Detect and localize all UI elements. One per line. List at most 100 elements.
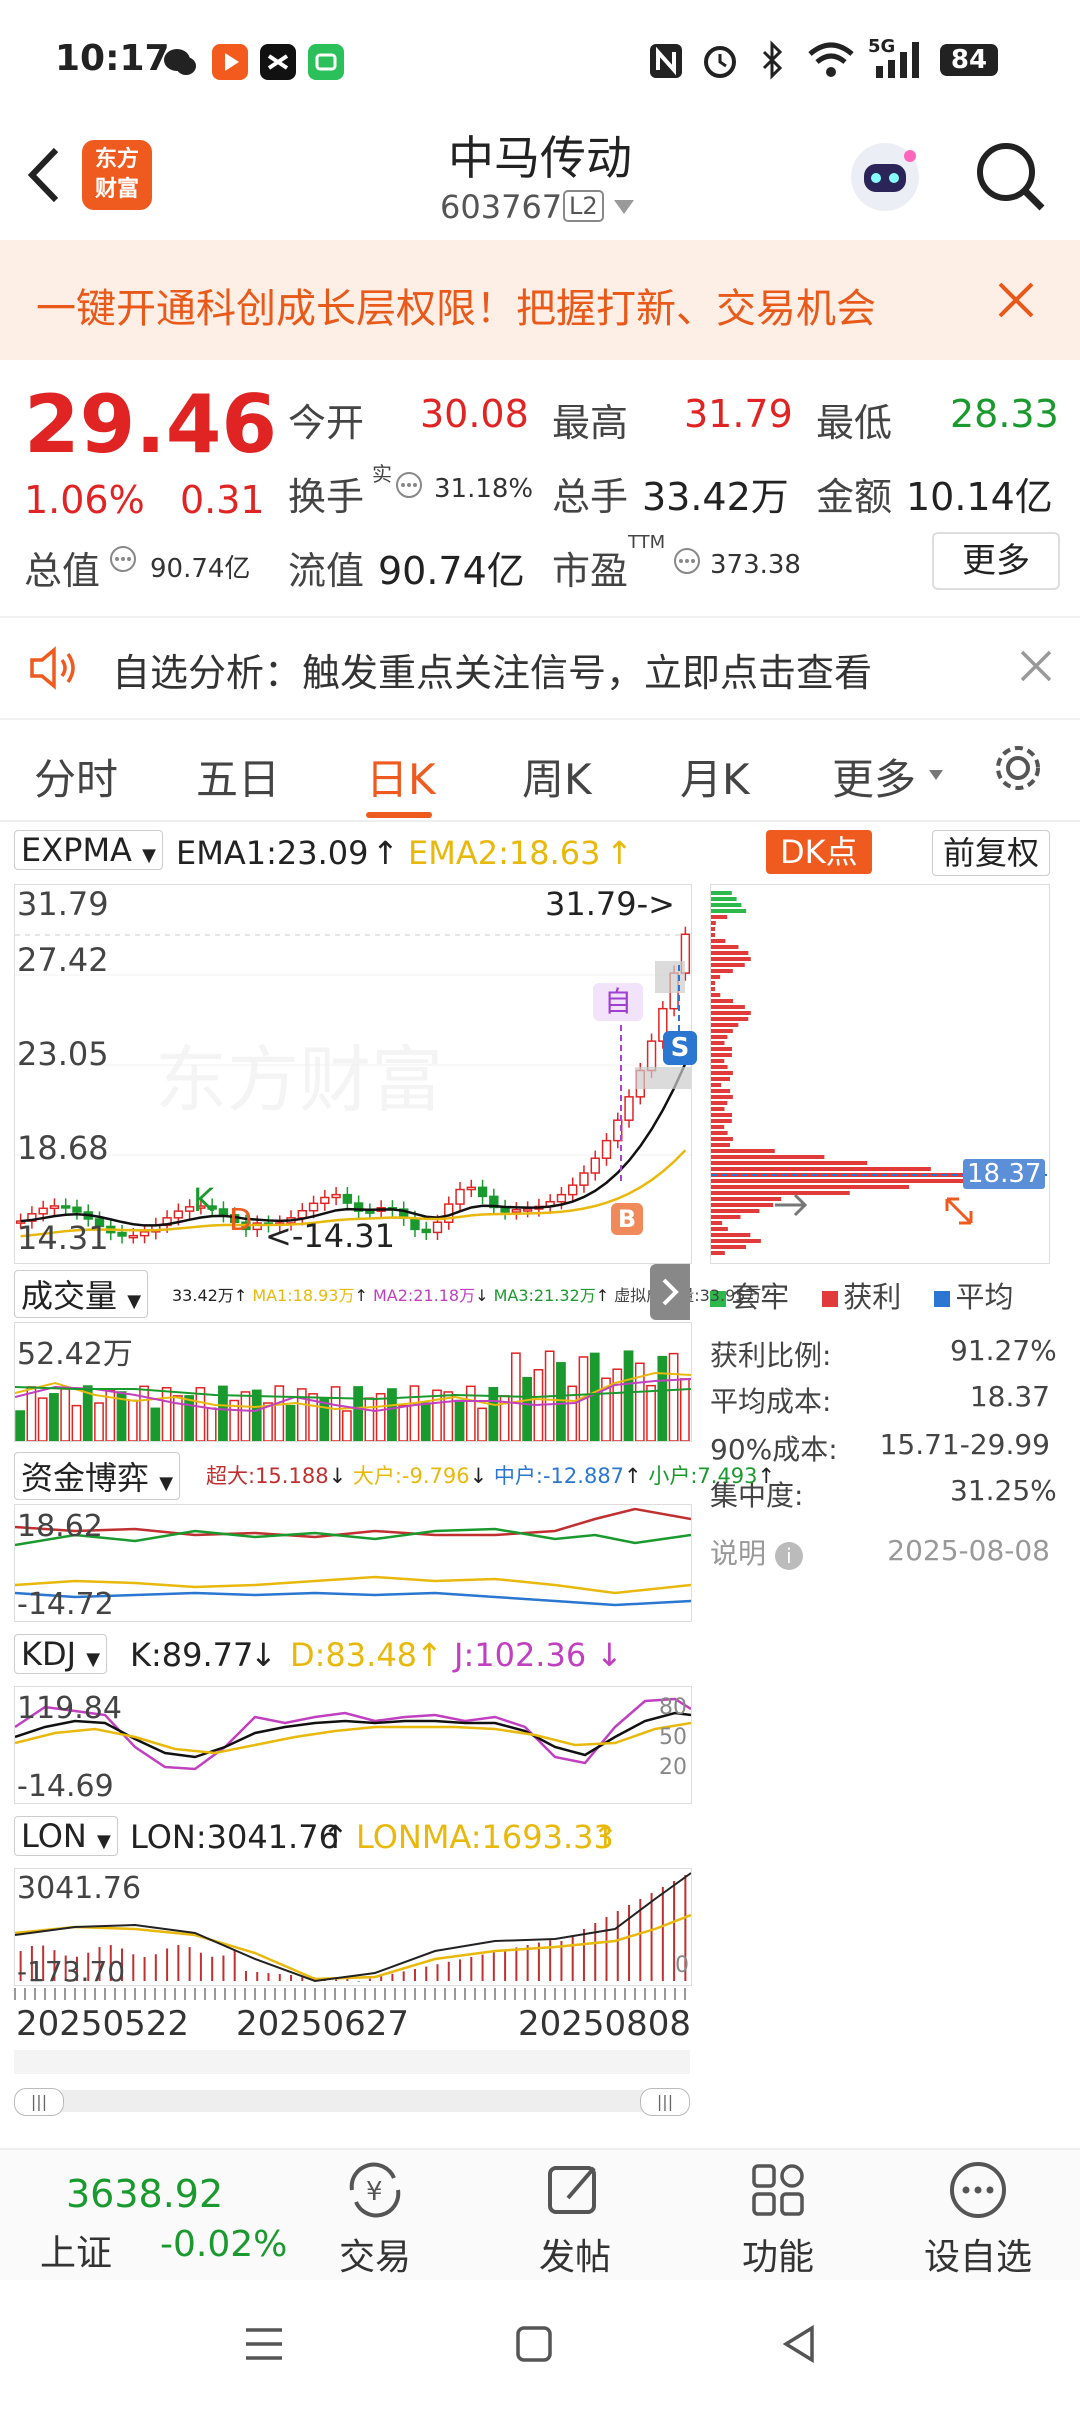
apps-grid-icon [748,2160,808,2224]
min-price-tag: <-14.31 [265,1217,395,1255]
volume-value: 33.42万 [642,475,789,519]
kdj-y-top: 119.84 [17,1691,122,1726]
level2-badge[interactable]: L2 [563,190,604,222]
volume-bar [240,1391,251,1442]
function-tab[interactable]: 功能 [698,2228,858,2280]
volume-label: 总手 [552,475,629,519]
wifi-icon [806,40,856,84]
kdj-d: D:83.48 [290,1636,418,1674]
volume-bar [409,1385,420,1442]
chip-stat-label-0: 获利比例: [710,1339,832,1372]
amount-label: 金额 [816,475,893,519]
volume-selector[interactable]: 成交量 ▼ [14,1270,149,1318]
dk-point-button[interactable]: DK点 [766,830,872,874]
speaker-icon [26,644,80,696]
turnover-value: 31.18% [434,474,534,504]
lon-selector[interactable]: LON ▼ [14,1816,118,1856]
kline-chart[interactable]: 东方财富 31.79 27.42 23.05 18.68 14.31 31.79… [14,884,697,1264]
index-value[interactable]: 3638.92 [66,2172,223,2216]
expand-icon[interactable] [941,1193,981,1233]
candle-body [117,1231,127,1237]
volume-chart[interactable]: 52.42万 [14,1322,692,1442]
sell-signal-tag[interactable]: S [663,1031,697,1065]
kdj-selector[interactable]: KDJ ▼ [14,1634,108,1674]
volume-y-label: 52.42万 [17,1337,133,1372]
trade-tab[interactable]: 交易 [295,2228,455,2280]
scroll-handle-left[interactable]: ||| [14,2088,64,2116]
chip-bar [711,987,715,991]
chip-bar [711,1077,730,1081]
chip-bar [711,1137,733,1141]
lon-value: LON:3041.76 [130,1818,339,1856]
chip-note[interactable]: 说明 i [710,1532,803,1572]
candle-body [61,1205,71,1209]
open-label: 今开 [288,401,365,445]
chevron-down-icon[interactable] [612,198,636,220]
tab-daily-k[interactable]: 日K [366,746,436,807]
volume-bar [161,1387,172,1442]
settings-gear-icon[interactable] [990,740,1046,800]
chip-bar [711,969,733,973]
bottom-toolbar: 3638.92 上证 -0.02% ¥ 交易 发帖 功能 设自选 [0,2148,1080,2280]
chip-bar [711,1215,741,1219]
candle-body [128,1234,138,1239]
range-scrollbar[interactable]: ||| ||| [14,2088,690,2116]
chip-bar [711,1245,747,1249]
volume-bar [206,1407,217,1442]
tab-weekly-k[interactable]: 周K [522,746,592,807]
volume-bar [341,1410,352,1442]
more-circle-icon [948,2160,1008,2224]
kdj-ref-50: 50 [659,1725,687,1750]
fund-flow-chart[interactable]: 18.62 -14.72 [14,1504,692,1622]
volume-bar [432,1389,442,1442]
tab-monthly-k[interactable]: 月K [680,746,750,807]
tab-intraday[interactable]: 分时 [34,746,118,807]
post-tab[interactable]: 发帖 [495,2228,655,2280]
tab-5day[interactable]: 五日 [196,746,280,807]
trade-icon: ¥ [342,2160,408,2224]
fund-selector[interactable]: 资金博弈 ▼ [14,1452,181,1500]
kdj-chart[interactable]: 119.84 -14.69 80 50 20 [14,1686,692,1804]
price-adjust-button[interactable]: 前复权 [932,830,1051,876]
lon-chart[interactable]: 3041.76 -173.70 0 [14,1868,692,1988]
chip-bar [711,1251,725,1255]
float-label: 流值 [288,549,365,593]
menu-nav-icon[interactable] [244,2324,284,2368]
more-button[interactable]: 更多 [932,532,1060,590]
volume-bar [420,1402,431,1442]
kdj-j: J:102.36 [454,1636,587,1674]
chip-bar [711,945,739,949]
close-icon[interactable] [1018,648,1054,688]
volume-bar [251,1389,262,1442]
y-label-3: 23.05 [17,1035,109,1073]
status-bar: 10:17 5G 84 [0,0,1080,120]
close-icon[interactable] [996,280,1036,324]
legend-average: 平均 [955,1280,1014,1314]
scroll-handle-right[interactable]: ||| [640,2088,690,2116]
analysis-notice[interactable]: 自选分析：触发重点关注信号，立即点击查看 [0,616,1080,720]
chip-bar [711,921,716,925]
search-icon[interactable] [972,138,1048,218]
collapse-panel-button[interactable] [650,1264,690,1320]
volume-bar [60,1388,71,1442]
arrow-right-icon[interactable] [771,1187,811,1227]
self-tag[interactable]: 自 [593,983,643,1021]
indicator-selector[interactable]: EXPMA ▼ [14,830,163,870]
status-time: 10:17 [55,38,170,79]
promo-banner[interactable]: 一键开通科创成长层权限！把握打新、交易机会 [0,240,1080,360]
chip-bar [711,1149,775,1153]
candle-body [511,1208,522,1213]
volume-bar [274,1385,285,1442]
candle-body [342,1193,353,1204]
buy-signal-tag[interactable]: B [611,1203,643,1235]
tab-more[interactable]: 更多 [832,746,916,807]
add-watchlist-tab[interactable]: 设自选 [898,2228,1058,2280]
fund-svg [14,1507,692,1607]
video-app-icon [212,44,248,80]
back-nav-icon[interactable] [780,2324,820,2368]
home-nav-icon[interactable] [514,2324,554,2368]
volume-bar [15,1410,26,1442]
chip-distribution-chart[interactable]: 18.37 [710,884,1050,1264]
volume-bar [387,1388,397,1442]
robot-assistant-icon[interactable] [844,136,926,222]
